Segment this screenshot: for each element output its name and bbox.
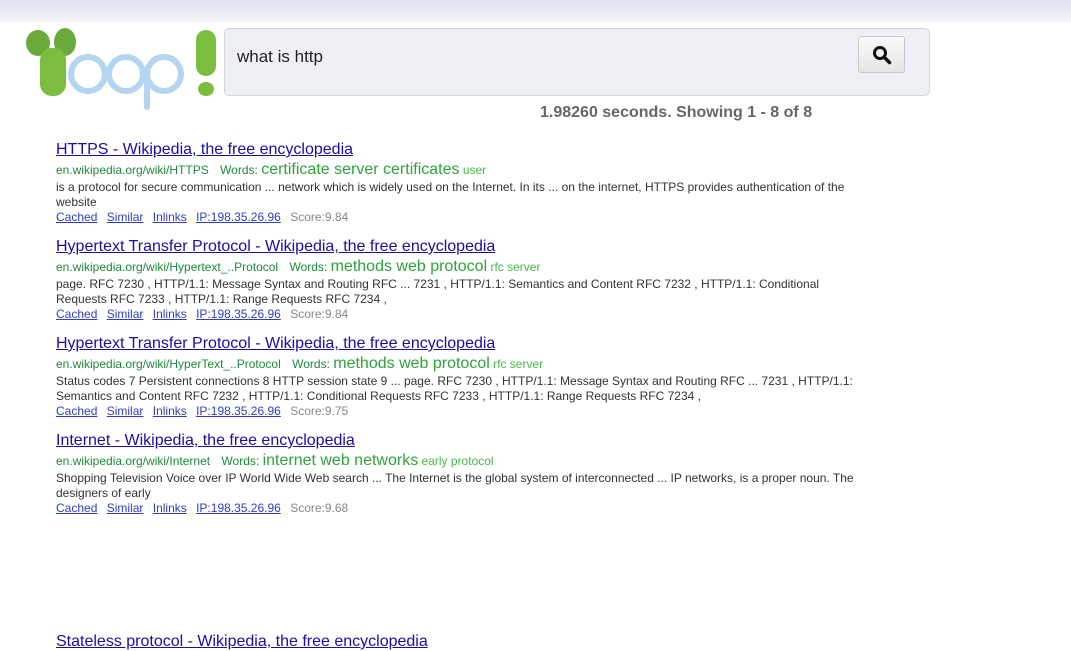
inlinks-link[interactable]: Inlinks bbox=[153, 307, 187, 321]
result-keywords: certificate server certificates bbox=[261, 161, 460, 178]
result-meta: en.wikipedia.org/wiki/HyperText_..Protoc… bbox=[56, 354, 856, 374]
result-snippet: Status codes 7 Persistent connections 8 … bbox=[56, 374, 853, 403]
result-score: Score:9.68 bbox=[290, 501, 349, 515]
logo-p-bowl bbox=[144, 54, 184, 94]
logo-o2 bbox=[106, 54, 146, 94]
result-keywords: methods web protocol bbox=[330, 258, 488, 275]
similar-link[interactable]: Similar bbox=[107, 210, 144, 224]
search-input[interactable] bbox=[235, 39, 849, 75]
result-snippet: is a protocol for secure communication .… bbox=[56, 180, 845, 209]
result-snippet: page. RFC 7230 , HTTP/1.1: Message Synta… bbox=[56, 277, 820, 306]
result-url: en.wikipedia.org/wiki/HyperText_..Protoc… bbox=[56, 357, 281, 371]
ip-link[interactable]: IP:198.35.26.96 bbox=[196, 307, 281, 321]
result-keywords-extra: rfc server bbox=[490, 260, 541, 274]
inlinks-link[interactable]: Inlinks bbox=[153, 210, 187, 224]
cached-link[interactable]: Cached bbox=[56, 404, 97, 418]
result-links: Cached Similar Inlinks IP:198.35.26.96 S… bbox=[56, 404, 856, 419]
words-label: Words: bbox=[220, 163, 258, 177]
words-label: Words: bbox=[221, 454, 260, 468]
result-snippet: Shopping Television Voice over IP World … bbox=[56, 471, 854, 500]
search-button[interactable] bbox=[858, 36, 905, 73]
result-keywords: internet web networks bbox=[262, 452, 419, 469]
words-label: Words: bbox=[289, 260, 328, 274]
cached-link[interactable]: Cached bbox=[56, 307, 97, 321]
logo-o1 bbox=[68, 54, 108, 94]
result-item: Hypertext Transfer Protocol - Wikipedia,… bbox=[56, 334, 856, 419]
result-item: HTTPS - Wikipedia, the free encyclopedia… bbox=[56, 140, 856, 225]
result-links: Cached Similar Inlinks IP:198.35.26.96 S… bbox=[56, 307, 856, 322]
result-item: Hypertext Transfer Protocol - Wikipedia,… bbox=[56, 237, 856, 322]
similar-link[interactable]: Similar bbox=[107, 501, 144, 515]
result-links: Cached Similar Inlinks IP:198.35.26.96 S… bbox=[56, 501, 856, 516]
result-title-link[interactable]: Hypertext Transfer Protocol - Wikipedia,… bbox=[56, 334, 856, 354]
cached-link[interactable]: Cached bbox=[56, 501, 97, 515]
ip-link[interactable]: IP:198.35.26.96 bbox=[196, 501, 281, 515]
result-score: Score:9.84 bbox=[290, 210, 349, 224]
search-icon bbox=[872, 45, 891, 64]
result-keywords-extra: rfc server bbox=[493, 357, 544, 371]
result-score: Score:9.75 bbox=[290, 404, 349, 418]
result-meta: en.wikipedia.org/wiki/HTTPS Words: certi… bbox=[56, 160, 856, 180]
similar-link[interactable]: Similar bbox=[107, 307, 144, 321]
yoop-logo[interactable] bbox=[18, 20, 223, 110]
inlinks-link[interactable]: Inlinks bbox=[153, 501, 187, 515]
cached-link[interactable]: Cached bbox=[56, 210, 97, 224]
result-stats: 1.98260 seconds. Showing 1 - 8 of 8 bbox=[540, 104, 813, 121]
result-title-link-partial[interactable]: Stateless protocol - Wikipedia, the free… bbox=[56, 633, 428, 651]
ip-link[interactable]: IP:198.35.26.96 bbox=[196, 210, 281, 224]
results-list: HTTPS - Wikipedia, the free encyclopedia… bbox=[56, 140, 856, 528]
result-url: en.wikipedia.org/wiki/Internet bbox=[56, 454, 211, 468]
result-keywords-extra: user bbox=[462, 163, 487, 177]
inlinks-link[interactable]: Inlinks bbox=[153, 404, 187, 418]
result-score: Score:9.84 bbox=[290, 307, 349, 321]
result-title-link[interactable]: Hypertext Transfer Protocol - Wikipedia,… bbox=[56, 237, 856, 257]
result-keywords: methods web protocol bbox=[333, 355, 490, 372]
result-url: en.wikipedia.org/wiki/HTTPS bbox=[56, 163, 209, 177]
result-keywords-extra: early protocol bbox=[421, 454, 494, 468]
ip-link[interactable]: IP:198.35.26.96 bbox=[196, 404, 281, 418]
result-title-link[interactable]: Internet - Wikipedia, the free encyclope… bbox=[56, 431, 856, 451]
search-box bbox=[224, 28, 930, 96]
words-label: Words: bbox=[292, 357, 330, 371]
logo-exclaim-dot bbox=[198, 82, 214, 96]
result-meta: en.wikipedia.org/wiki/Internet Words: in… bbox=[56, 451, 856, 471]
similar-link[interactable]: Similar bbox=[107, 404, 144, 418]
result-title-link[interactable]: HTTPS - Wikipedia, the free encyclopedia bbox=[56, 140, 856, 160]
logo-y-stem bbox=[40, 48, 66, 96]
header: 1.98260 seconds. Showing 1 - 8 of 8 bbox=[0, 0, 1071, 140]
logo-p-stem bbox=[144, 76, 150, 110]
result-url: en.wikipedia.org/wiki/Hypertext_..Protoc… bbox=[56, 260, 279, 274]
result-meta: en.wikipedia.org/wiki/Hypertext_..Protoc… bbox=[56, 257, 856, 277]
result-item: Internet - Wikipedia, the free encyclope… bbox=[56, 431, 856, 516]
result-links: Cached Similar Inlinks IP:198.35.26.96 S… bbox=[56, 210, 856, 225]
logo-exclaim-bar bbox=[196, 30, 216, 76]
